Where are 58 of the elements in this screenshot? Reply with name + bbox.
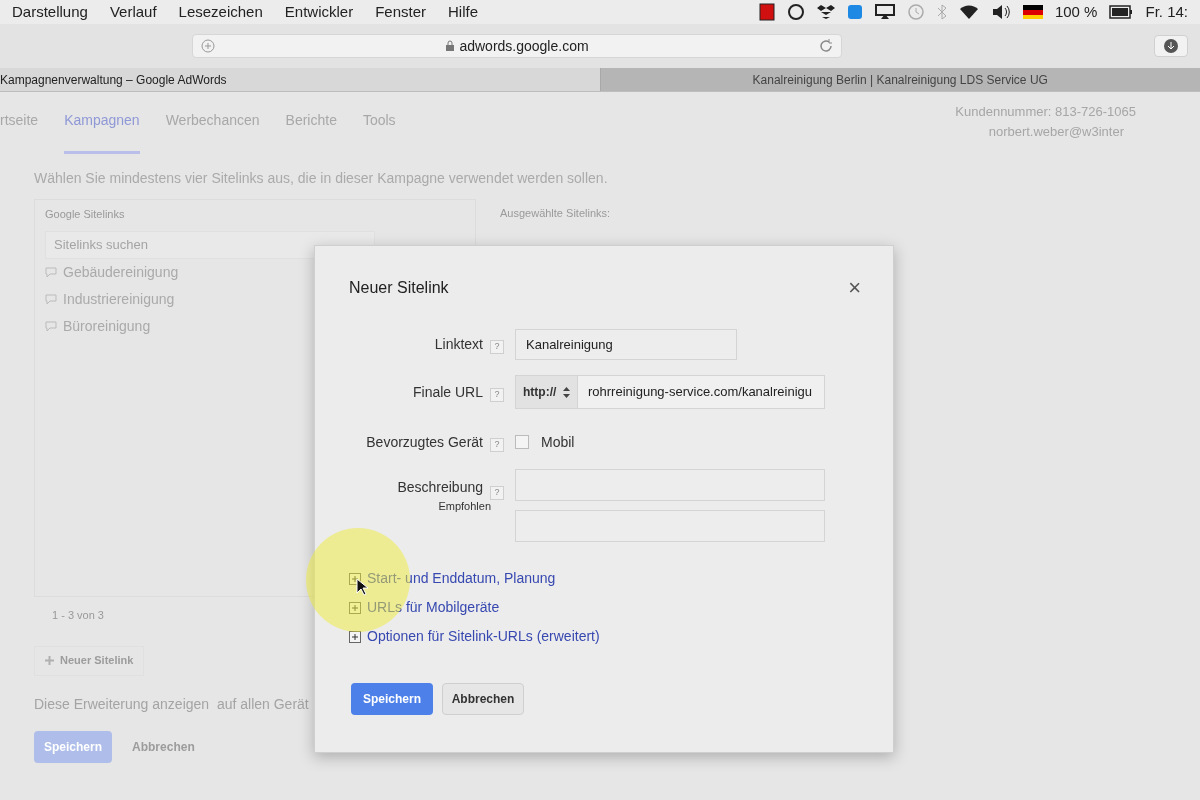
speech-bubble-icon xyxy=(45,266,57,278)
browser-tab[interactable]: Kanalreinigung Berlin | Kanalreinigung LDS Service UG xyxy=(599,68,1200,91)
expander-link[interactable]: URLs für Mobilgeräte xyxy=(367,597,500,618)
field-label: Beschreibung xyxy=(397,478,483,497)
linktext-field[interactable]: Kanalreinigung xyxy=(515,328,737,360)
pagination-text: 1 - 3 von 3 xyxy=(52,608,104,623)
selected-panel-title: Ausgewählte Sitelinks: xyxy=(500,206,611,221)
box-icon[interactable] xyxy=(816,4,835,20)
cancel-button[interactable]: Abbrechen xyxy=(442,683,524,715)
menu-item[interactable]: Darstellung xyxy=(12,0,88,24)
menu-clock: Fr. 14: xyxy=(1145,1,1188,22)
customer-number: Kundennummer: 813-726-1065 xyxy=(955,103,1136,121)
cursor-icon xyxy=(356,578,368,596)
field-label: Linktext xyxy=(433,334,483,354)
field-label: Bevorzugtes Gerät xyxy=(365,432,483,452)
address-text: adwords.google.com xyxy=(459,36,589,56)
help-icon[interactable]: ? xyxy=(490,339,504,354)
menu-item[interactable]: Fenster xyxy=(375,0,427,24)
description-field[interactable] xyxy=(515,510,825,542)
field-sublabel: Empfohlen xyxy=(438,499,491,514)
mobile-checkbox[interactable] xyxy=(515,435,529,449)
lock-icon xyxy=(445,40,456,52)
field-label: Finale URL xyxy=(411,382,483,402)
checkbox-label: Mobil xyxy=(541,432,575,452)
save-button[interactable]: Speichern xyxy=(351,683,433,715)
battery-percent: 100 % xyxy=(1054,1,1098,22)
app-icon[interactable] xyxy=(846,4,863,20)
help-icon[interactable]: ? xyxy=(490,387,504,402)
dialog-title: Neuer Sitelink xyxy=(349,278,449,298)
download-icon[interactable] xyxy=(1164,39,1178,53)
volume-icon[interactable] xyxy=(990,4,1011,20)
circle-icon[interactable] xyxy=(786,3,805,21)
address-bar[interactable]: adwords.google.com xyxy=(192,34,842,58)
plus-icon xyxy=(45,656,54,665)
speech-bubble-icon xyxy=(45,320,57,332)
close-button[interactable]: × xyxy=(848,277,861,299)
instruction-text: Wählen Sie mindestens vier Sitelinks aus, die in dieser Kampagne verwendet werden sollen. xyxy=(34,169,609,188)
menu-item[interactable]: Entwickler xyxy=(284,0,354,24)
menu-item[interactable]: Verlauf xyxy=(109,0,157,24)
description-field[interactable] xyxy=(515,469,825,501)
speech-bubble-icon xyxy=(45,293,57,305)
film-icon[interactable] xyxy=(758,3,775,21)
expander-link[interactable]: Start- und Enddatum, Planung xyxy=(367,568,556,589)
wifi-icon[interactable] xyxy=(958,4,979,20)
screen-icon[interactable] xyxy=(874,4,895,20)
expander-link[interactable]: Optionen für Sitelink-URLs (erweitert) xyxy=(367,626,600,647)
search-field[interactable]: Sitelinks suchen xyxy=(45,230,375,259)
battery-icon[interactable] xyxy=(1109,5,1134,19)
reload-icon[interactable] xyxy=(819,39,833,53)
flag-icon[interactable] xyxy=(1022,5,1043,19)
menu-item[interactable]: Lesezeichen xyxy=(178,0,263,24)
menu-item[interactable]: Hilfe xyxy=(448,0,479,24)
download-button[interactable] xyxy=(1154,35,1188,57)
help-icon[interactable]: ? xyxy=(490,437,504,452)
devices-text: Diese Erweiterung anzeigen auf allen Gerät xyxy=(34,694,309,714)
help-icon[interactable]: ? xyxy=(490,485,504,500)
panel-title: Google Sitelinks xyxy=(45,207,125,222)
browser-tab[interactable]: Kampagnenverwaltung – Google AdWords xyxy=(0,68,600,91)
